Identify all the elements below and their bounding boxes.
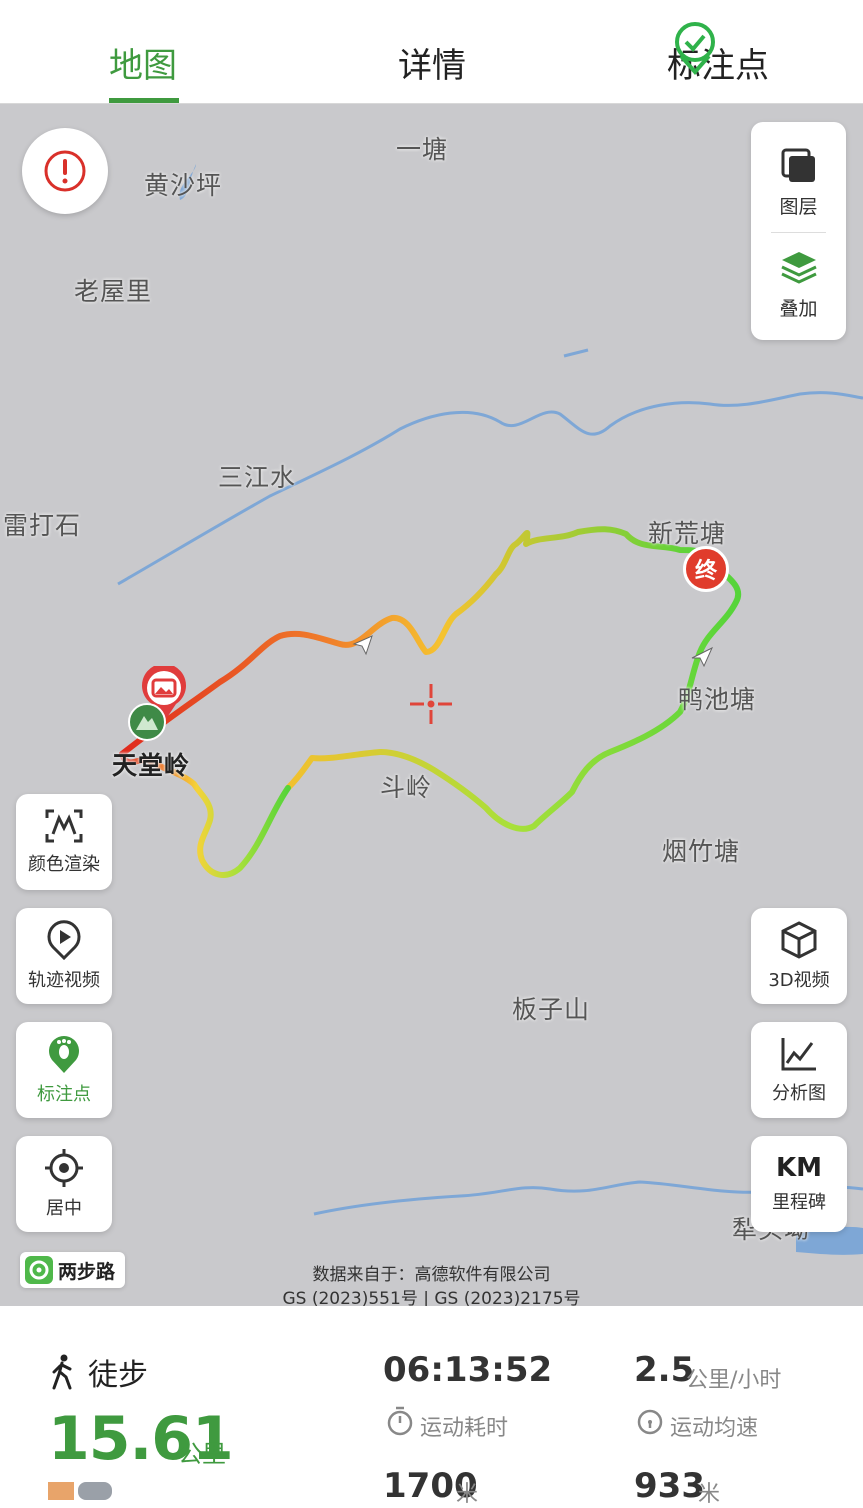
place-label: 老屋里	[74, 277, 153, 306]
color-render-label: 颜色渲染	[28, 854, 100, 875]
alert-icon	[44, 150, 86, 192]
place-label: 斗岭	[380, 773, 433, 802]
footprint-pin-icon	[49, 1036, 79, 1073]
tab-map[interactable]: 地图	[109, 38, 177, 87]
layer-label: 图层	[779, 195, 818, 218]
track-video-label: 轨迹视频	[28, 970, 100, 991]
place-label: 雷打石	[3, 511, 82, 540]
river-small	[563, 348, 589, 358]
milestone-button[interactable]: KM 里程碑	[751, 1136, 847, 1232]
max-altitude-value: 933	[634, 1466, 705, 1506]
place-label: 板子山	[512, 995, 591, 1024]
place-label: 一塘	[396, 135, 449, 164]
alert-button[interactable]	[22, 128, 108, 214]
video-3d-label: 3D视频	[768, 970, 830, 991]
place-label: 天堂岭	[112, 751, 191, 780]
copyright-line-2: GS (2023)551号 | GS (2023)2175号	[282, 1289, 581, 1306]
line-chart-icon	[781, 1038, 816, 1071]
stack-icon	[780, 251, 817, 284]
milestone-label: 里程碑	[772, 1192, 826, 1213]
speed-unit: 公里/小时	[686, 1368, 782, 1393]
place-label: 新荒塘	[648, 519, 727, 548]
distance-unit: 公里	[178, 1440, 226, 1468]
location-check-icon	[675, 22, 715, 76]
markers-label: 标注点	[37, 1084, 91, 1105]
place-label: 三江水	[218, 463, 297, 492]
max-altitude-unit: 米	[698, 1482, 721, 1507]
speed-label: 运动均速	[670, 1416, 759, 1441]
top-tab-bar: 地图 详情 标注点	[0, 0, 863, 104]
center-button[interactable]: 居中	[16, 1136, 112, 1232]
activity-mode: 徒步	[88, 1358, 148, 1393]
place-label: 烟竹塘	[662, 837, 741, 866]
avatar[interactable]	[48, 1482, 112, 1500]
km-icon: KM	[775, 1153, 823, 1183]
start-mountain-icon[interactable]	[128, 702, 166, 742]
place-label: 黄沙坪	[144, 171, 223, 200]
overlay-label: 叠加	[779, 297, 818, 320]
duration-label: 运动耗时	[420, 1416, 509, 1441]
tab-active-indicator	[109, 98, 179, 103]
cube-icon	[781, 921, 817, 959]
analysis-chart-button[interactable]: 分析图	[751, 1022, 847, 1118]
hiking-icon	[52, 1354, 72, 1390]
layer-panel: 图层 叠加	[751, 122, 846, 340]
copyright-line-1: 数据来自于：高德软件有限公司	[312, 1265, 551, 1285]
duration-value: 06:13:52	[383, 1350, 553, 1390]
map-view[interactable]: 一塘 黄沙坪 老屋里 三江水 雷打石 新荒塘 鸭池塘 天堂岭 斗岭 烟竹塘 板子…	[0, 104, 863, 1306]
overlay-button[interactable]: 叠加	[751, 234, 846, 334]
center-crosshair	[410, 684, 452, 724]
layer-button[interactable]: 图层	[751, 132, 846, 232]
place-label: 鸭池塘	[678, 685, 757, 714]
track-video-button[interactable]: 轨迹视频	[16, 908, 112, 1004]
stats-panel: 徒步 15.61 公里 06:13:52 运动耗时 2.5 公里/小时 运动均速…	[0, 1306, 863, 1507]
stopwatch-icon	[387, 1406, 413, 1436]
tab-details[interactable]: 详情	[398, 38, 466, 87]
speed-gauge-icon	[637, 1409, 663, 1435]
panel-divider	[771, 232, 826, 233]
track-video-icon	[47, 920, 81, 960]
color-render-icon	[45, 809, 83, 843]
color-render-button[interactable]: 颜色渲染	[16, 794, 112, 890]
track-east	[285, 551, 742, 832]
markers-button[interactable]: 标注点	[16, 1022, 112, 1118]
track-north	[119, 526, 707, 757]
end-marker[interactable]: 终	[683, 546, 729, 592]
center-label: 居中	[46, 1198, 82, 1219]
locate-icon	[45, 1149, 83, 1187]
video-3d-button[interactable]: 3D视频	[751, 908, 847, 1004]
analysis-chart-label: 分析图	[772, 1083, 826, 1104]
layers-icon	[781, 148, 815, 182]
ascent-unit: 米	[456, 1482, 479, 1507]
